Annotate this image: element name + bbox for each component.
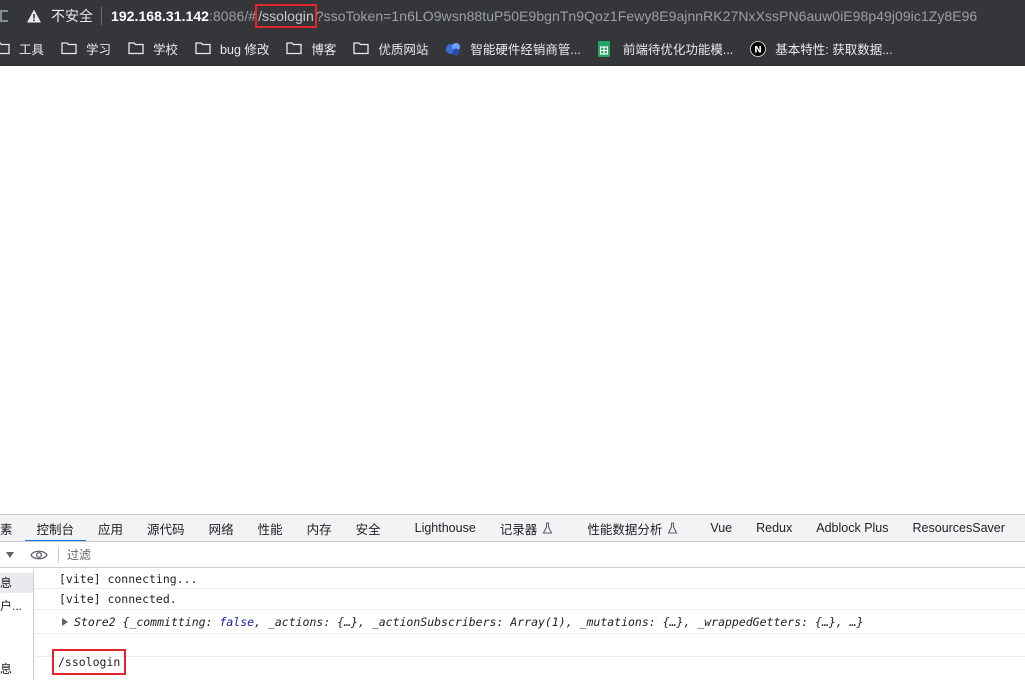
tab-memory[interactable]: 内存	[295, 515, 344, 541]
site-favicon-icon	[445, 41, 461, 56]
folder-icon	[128, 41, 144, 55]
partial-icon	[0, 9, 8, 22]
url-text[interactable]: 192.168.31.142:8086/#/ssologin ?ssoToken=…	[111, 3, 978, 28]
divider	[58, 546, 59, 563]
bookmark-label: 学校	[153, 42, 179, 57]
bookmark-label: 博客	[311, 42, 337, 57]
object-value: {…}	[815, 615, 836, 629]
bookmark-quality-sites[interactable]: 优质网站	[353, 39, 428, 58]
tab-label: 性能数据分析	[587, 522, 663, 537]
bookmark-tools[interactable]: 工具	[0, 39, 44, 58]
address-bar[interactable]: 不安全 192.168.31.142:8086/#/ssologin ?ssoTo…	[0, 0, 1025, 31]
divider	[101, 6, 102, 25]
bookmark-label: 前端待优化功能模...	[622, 42, 734, 57]
object-key: _actionSubscribers	[371, 615, 497, 629]
tab-lighthouse[interactable]: Lighthouse	[393, 515, 488, 541]
tab-performance-insights[interactable]: 性能数据分析	[565, 515, 690, 541]
security-label[interactable]: 不安全	[51, 6, 93, 26]
bookmark-label: 智能硬件经销商管...	[470, 42, 581, 57]
flask-icon	[667, 522, 678, 534]
folder-icon	[286, 41, 303, 55]
url-host: 192.168.31.142	[111, 7, 210, 24]
bookmark-label: bug 修改	[220, 42, 270, 57]
tab-label: 记录器	[499, 522, 538, 537]
sidebar-item-info[interactable]: 息	[0, 659, 12, 679]
console-message: [vite] connected.	[34, 589, 1025, 610]
folder-icon	[353, 41, 370, 55]
bookmarks-bar: 工具 学习 学校 bug 修改 博客 优质网站 智能硬件经销商管... 前端待优…	[0, 31, 1025, 66]
nextjs-icon: N	[750, 41, 767, 57]
folder-icon	[61, 41, 77, 55]
chevron-down-icon[interactable]	[6, 551, 14, 558]
bookmark-blog[interactable]: 博客	[286, 39, 336, 58]
console-toolbar: 过滤	[0, 542, 1025, 568]
flask-icon	[542, 522, 553, 534]
console-message: [vite] connecting...	[34, 569, 1025, 589]
object-key: _committing	[129, 615, 206, 629]
tab-console[interactable]: 控制台	[24, 515, 87, 541]
tab-sources[interactable]: 源代码	[135, 515, 197, 541]
bookmark-label: 工具	[19, 42, 45, 57]
bookmark-label: 优质网站	[378, 42, 429, 57]
tab-network[interactable]: 网络	[197, 515, 246, 541]
object-key: _wrappedGetters	[697, 615, 802, 629]
object-key: _mutations	[579, 615, 649, 629]
folder-icon	[195, 41, 211, 55]
bookmark-label: 基本特性: 获取数据...	[775, 42, 893, 57]
eye-icon[interactable]	[30, 549, 48, 561]
url-highlighted-path: /ssologin	[255, 3, 317, 28]
console-area: 息 户... 息 [vite] connecting... [vite] con…	[0, 569, 1025, 680]
tab-vue[interactable]: Vue	[690, 515, 744, 541]
object-key: _actions	[267, 615, 324, 629]
sidebar-item-user-messages[interactable]: 户...	[0, 596, 22, 616]
tab-performance[interactable]: 性能	[246, 515, 295, 541]
object-value: Array(1)	[510, 615, 566, 629]
tab-application[interactable]: 应用	[86, 515, 135, 541]
object-value: false	[219, 615, 255, 629]
page-viewport	[0, 66, 1025, 514]
object-value: {…}	[337, 615, 358, 629]
object-value: {…}	[662, 615, 684, 629]
filter-input[interactable]: 过滤	[67, 546, 91, 563]
object-name: Store2	[74, 615, 116, 629]
url-port-path: :8086/#	[209, 7, 257, 24]
bookmark-label: 学习	[86, 42, 112, 57]
expand-triangle-icon[interactable]	[62, 618, 68, 626]
svg-text:N: N	[754, 46, 762, 56]
tab-resources-saver[interactable]: ResourcesSaver	[901, 515, 1017, 541]
bookmark-bug-fix[interactable]: bug 修改	[195, 39, 269, 58]
sheets-icon	[597, 41, 614, 57]
console-message	[34, 634, 1025, 657]
folder-icon	[0, 41, 10, 55]
url-query: ?ssoToken=1n6LO9wsn88tuP50E9bgnTn9Qoz1Fe…	[315, 7, 978, 24]
console-output-highlight: /ssologin	[52, 649, 127, 675]
sidebar-item-messages[interactable]: 息	[0, 573, 33, 593]
bookmark-dealer-admin[interactable]: 智能硬件经销商管...	[445, 39, 581, 58]
warning-icon[interactable]	[26, 8, 42, 24]
bookmark-study[interactable]: 学习	[61, 39, 111, 58]
bookmark-frontend-todo[interactable]: 前端待优化功能模...	[597, 39, 734, 58]
devtools-tabs: 素 控制台 应用 源代码 网络 性能 内存 安全 Lighthouse 记录器 …	[0, 515, 1025, 542]
object-tail: …}	[849, 615, 864, 629]
tab-redux[interactable]: Redux	[744, 515, 804, 541]
tab-elements[interactable]: 素	[0, 515, 25, 541]
console-object-row[interactable]: Store2 {_committing: false, _actions: {……	[34, 610, 1025, 634]
tab-security[interactable]: 安全	[344, 515, 393, 541]
devtools-panel: 素 控制台 应用 源代码 网络 性能 内存 安全 Lighthouse 记录器 …	[0, 514, 1025, 680]
console-log: [vite] connecting... [vite] connected. S…	[34, 569, 1025, 680]
bookmark-nextjs-docs[interactable]: N 基本特性: 获取数据...	[750, 39, 893, 58]
console-sidebar: 息 户... 息	[0, 569, 34, 680]
tab-recorder[interactable]: 记录器	[488, 515, 566, 541]
tab-adblock-plus[interactable]: Adblock Plus	[804, 515, 900, 541]
bookmark-school[interactable]: 学校	[128, 39, 178, 58]
